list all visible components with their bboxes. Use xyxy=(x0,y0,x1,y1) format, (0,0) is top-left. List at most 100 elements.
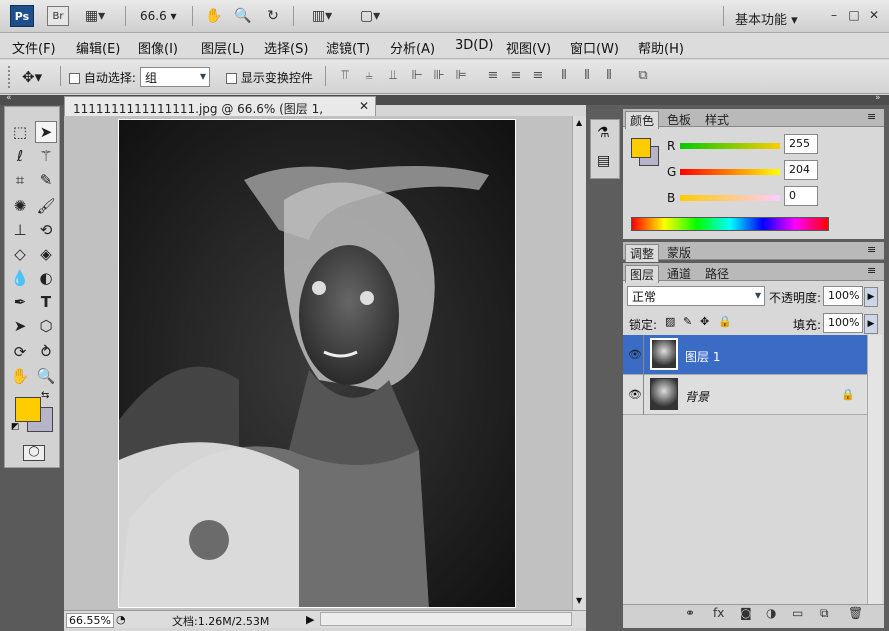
layer-name[interactable]: 图层 1 xyxy=(685,348,720,365)
auto-select-checkbox[interactable] xyxy=(69,73,80,84)
screen-mode-icon[interactable]: ▢▾ xyxy=(352,7,388,25)
status-info-icon[interactable]: ◔ xyxy=(116,613,126,626)
layer-name[interactable]: 背景 xyxy=(685,388,709,405)
close-document-icon[interactable]: ✕ xyxy=(359,99,369,113)
crop-tool-icon[interactable]: ⌗ xyxy=(9,169,31,191)
menu-window[interactable]: 窗口(W) xyxy=(570,38,619,57)
rect-marquee-tool-icon[interactable]: ⬚ xyxy=(9,121,31,143)
color-spectrum-bar[interactable] xyxy=(631,217,829,231)
align-vcenter-icon[interactable]: ⫨ xyxy=(360,68,378,84)
layer-row[interactable]: 👁 图层 1 xyxy=(623,335,867,375)
auto-select-dropdown[interactable]: 组 ▾ xyxy=(140,67,210,87)
fill-value[interactable]: 100% xyxy=(823,313,863,333)
lock-position-icon[interactable]: ✥ xyxy=(700,315,709,328)
layer-style-icon[interactable]: fx xyxy=(713,606,724,620)
move-tool-icon[interactable]: ➤ xyxy=(35,121,57,143)
fill-arrow-icon[interactable]: ▶ xyxy=(864,314,878,334)
b-slider[interactable] xyxy=(680,195,780,201)
menu-image[interactable]: 图像(I) xyxy=(138,38,178,57)
eraser-tool-icon[interactable]: ◇ xyxy=(9,243,31,265)
tab-paths[interactable]: 路径 xyxy=(701,265,733,282)
menu-analysis[interactable]: 分析(A) xyxy=(390,38,435,57)
r-slider[interactable] xyxy=(680,143,780,149)
tab-adjustments[interactable]: 调整 xyxy=(625,244,660,262)
new-group-icon[interactable]: ▭ xyxy=(792,606,803,620)
status-menu-arrow-icon[interactable]: ▶ xyxy=(306,613,314,626)
align-right-icon[interactable]: ⊫ xyxy=(452,68,470,84)
panel-menu-icon[interactable]: ≡ xyxy=(867,264,876,277)
menu-view[interactable]: 视图(V) xyxy=(506,38,551,57)
menu-filter[interactable]: 滤镜(T) xyxy=(326,38,370,57)
menu-layer[interactable]: 图层(L) xyxy=(201,38,244,57)
dodge-tool-icon[interactable]: ◐ xyxy=(35,267,57,289)
blend-mode-dropdown[interactable]: 正常 ▾ xyxy=(627,286,765,306)
visibility-eye-icon[interactable]: 👁 xyxy=(627,348,643,361)
link-layers-icon[interactable]: ⚭ xyxy=(685,606,695,620)
healing-brush-tool-icon[interactable]: ✺ xyxy=(9,195,31,217)
show-transform-checkbox[interactable] xyxy=(226,73,237,84)
hand-tool-icon[interactable]: ✋ xyxy=(9,365,31,387)
layers-scrollbar[interactable] xyxy=(867,335,882,605)
menu-file[interactable]: 文件(F) xyxy=(12,38,56,57)
document-image[interactable] xyxy=(118,119,516,608)
tab-styles[interactable]: 样式 xyxy=(701,111,733,128)
lock-all-icon[interactable]: 🔒 xyxy=(718,315,732,328)
eyedropper-tool-icon[interactable]: ✎ xyxy=(35,169,57,191)
3d-rotate-tool-icon[interactable]: ⟳ xyxy=(9,341,31,363)
collapse-left-icon[interactable]: « xyxy=(6,93,12,103)
film-strip-icon[interactable]: ▦▾ xyxy=(82,7,108,25)
horizontal-scrollbar[interactable] xyxy=(320,612,572,626)
lasso-tool-icon[interactable]: ℓ xyxy=(9,145,31,167)
tab-layers[interactable]: 图层 xyxy=(625,265,660,283)
history-panel-icon[interactable]: ⚗ xyxy=(597,125,610,141)
maximize-button[interactable]: □ xyxy=(847,8,861,22)
menu-select[interactable]: 选择(S) xyxy=(264,38,308,57)
hand-tool-icon[interactable]: ✋ xyxy=(203,7,225,25)
zoom-tool-icon[interactable]: 🔍 xyxy=(35,365,57,387)
3d-orbit-tool-icon[interactable]: ⥁ xyxy=(35,341,57,363)
workspace-switcher[interactable]: 基本功能 ▾ xyxy=(735,9,798,28)
visibility-eye-icon[interactable]: 👁 xyxy=(627,388,643,401)
document-tab[interactable]: 1111111111111111.jpg @ 66.6% (图层 1, RGB/… xyxy=(64,96,376,131)
lock-pixels-icon[interactable]: ✎ xyxy=(683,315,692,328)
align-left-icon[interactable]: ⊩ xyxy=(408,68,426,84)
tab-color[interactable]: 颜色 xyxy=(625,111,660,129)
lock-transparency-icon[interactable]: ▨ xyxy=(665,315,675,328)
delete-layer-icon[interactable]: 🗑 xyxy=(848,606,863,620)
paint-bucket-tool-icon[interactable]: ◈ xyxy=(35,243,57,265)
path-selection-tool-icon[interactable]: ➤ xyxy=(9,315,31,337)
panel-menu-icon[interactable]: ≡ xyxy=(867,110,876,123)
zoom-status[interactable]: 66.55% xyxy=(66,613,114,628)
brush-tool-icon[interactable]: 🖌 xyxy=(35,195,57,217)
actions-panel-icon[interactable]: ▤ xyxy=(597,153,610,169)
color-panel-foreground-swatch[interactable] xyxy=(631,138,651,158)
scroll-up-icon[interactable]: ▲ xyxy=(576,118,582,127)
auto-align-layers-icon[interactable]: ⧉ xyxy=(634,68,652,84)
layer-row[interactable]: 👁 背景 🔒 xyxy=(623,375,867,415)
add-mask-icon[interactable]: ◙ xyxy=(740,606,752,620)
menu-help[interactable]: 帮助(H) xyxy=(638,38,684,57)
b-value[interactable]: 0 xyxy=(784,186,818,206)
options-bar-grip[interactable] xyxy=(8,66,11,88)
distribute-bottom-icon[interactable]: ≡ xyxy=(529,68,547,84)
zoom-level-dropdown[interactable]: 66.6 ▾ xyxy=(140,9,177,23)
scroll-down-icon[interactable]: ▼ xyxy=(576,596,582,605)
adjustment-layer-icon[interactable]: ◑ xyxy=(766,606,776,620)
minimize-button[interactable]: – xyxy=(827,8,841,22)
g-value[interactable]: 204 xyxy=(784,160,818,180)
magic-wand-tool-icon[interactable]: ⚚ xyxy=(35,145,57,167)
distribute-hcenter-icon[interactable]: ⫴ xyxy=(578,68,596,84)
foreground-color-swatch[interactable] xyxy=(15,397,41,422)
arrange-documents-icon[interactable]: ▥▾ xyxy=(304,7,340,25)
zoom-tool-icon[interactable]: 🔍 xyxy=(232,7,254,25)
history-brush-tool-icon[interactable]: ⟲ xyxy=(35,219,57,241)
align-hcenter-icon[interactable]: ⊪ xyxy=(430,68,448,84)
rotate-view-icon[interactable]: ↻ xyxy=(262,7,284,25)
menu-edit[interactable]: 编辑(E) xyxy=(76,38,120,57)
distribute-right-icon[interactable]: ⫴ xyxy=(600,68,618,84)
close-button[interactable]: ✕ xyxy=(867,8,881,22)
opacity-value[interactable]: 100% xyxy=(823,286,863,306)
bridge-button[interactable]: Br xyxy=(47,6,69,26)
clone-stamp-tool-icon[interactable]: ⊥ xyxy=(9,219,31,241)
align-bottom-icon[interactable]: ⫫ xyxy=(384,68,402,84)
